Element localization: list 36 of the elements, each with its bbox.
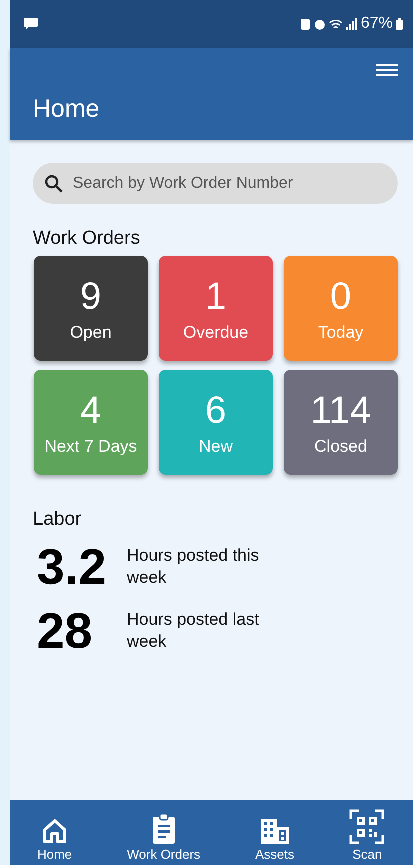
hours-value: 28	[37, 602, 94, 661]
tile-label: Overdue	[183, 322, 249, 342]
qr-code-icon	[349, 809, 386, 845]
tile-label: Today	[318, 322, 364, 342]
tile-count: 9	[80, 274, 102, 318]
section-heading: Work Orders	[33, 228, 142, 250]
tile-count: 1	[205, 274, 227, 318]
tile-count: 114	[310, 388, 372, 432]
tile-count: 6	[205, 388, 227, 432]
house-icon	[40, 817, 69, 845]
hours-value: 3.2	[37, 538, 108, 597]
search-field[interactable]: Search by Work Order Number	[33, 163, 398, 204]
status-icons	[300, 17, 358, 31]
page-title: Home	[33, 95, 101, 124]
building-icon	[259, 817, 291, 845]
nav-item[interactable]: Assets	[256, 817, 295, 862]
battery-icon	[396, 18, 403, 30]
menu-icon[interactable]	[376, 64, 398, 76]
tile-label: Closed	[314, 436, 368, 456]
message-icon	[24, 18, 38, 30]
hours-label: Hours posted this week	[127, 545, 260, 589]
section-heading: Labor	[33, 509, 83, 531]
nav-item[interactable]: Work Orders	[127, 813, 201, 862]
nav-item[interactable]: Home	[37, 817, 72, 862]
tile-label: Open	[70, 322, 112, 342]
nav-item[interactable]: Scan	[349, 809, 386, 862]
tile-count: 0	[330, 274, 352, 318]
work-order-tile[interactable]: 9 Open	[34, 256, 148, 361]
battery-percentage: 67%	[360, 15, 393, 33]
work-order-tile[interactable]: 114 Closed	[284, 370, 398, 475]
work-order-tile[interactable]: 1 Overdue	[159, 256, 273, 361]
search-icon	[45, 175, 63, 193]
tile-label: Next 7 Days	[44, 436, 138, 456]
tile-count: 4	[80, 388, 102, 432]
tile-label: New	[198, 436, 233, 456]
hours-label: Hours posted last week	[127, 609, 260, 653]
